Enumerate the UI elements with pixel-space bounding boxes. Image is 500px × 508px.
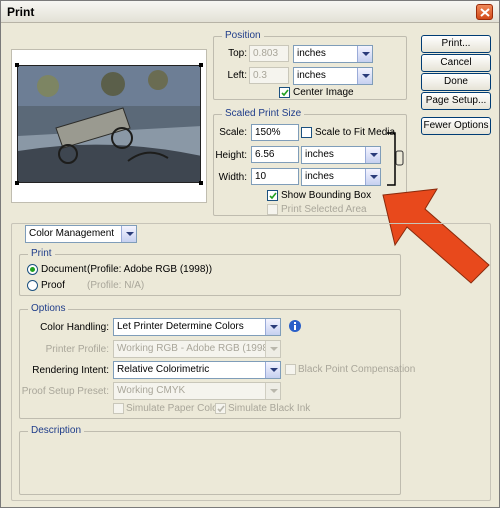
simulate-black-ink-label: Simulate Black Ink (228, 403, 311, 414)
rendering-intent-value: Relative Colorimetric (117, 364, 210, 375)
proof-setup-preset-label: Proof Setup Preset: (21, 386, 109, 397)
checkmark-icon (281, 89, 289, 97)
chevron-down-icon (265, 341, 280, 357)
height-label: Height: (215, 150, 247, 161)
close-icon (480, 8, 490, 17)
description-legend: Description (28, 425, 85, 436)
black-point-compensation-label: Black Point Compensation (298, 364, 416, 375)
top-input[interactable]: 0.803 (249, 45, 289, 62)
height-unit-select[interactable]: inches (301, 146, 381, 164)
chevron-down-icon (265, 319, 280, 335)
left-unit-select[interactable]: inches (293, 67, 373, 85)
scale-to-fit-label: Scale to Fit Media (315, 127, 396, 138)
position-legend: Position (222, 30, 264, 41)
print-selected-area-label: Print Selected Area (281, 204, 367, 215)
chevron-down-icon (357, 46, 372, 62)
cancel-button[interactable]: Cancel (421, 54, 491, 72)
chevron-down-icon (365, 169, 380, 185)
bounding-box-handle[interactable] (199, 63, 203, 67)
chevron-down-icon (357, 68, 372, 84)
print-dialog: Print Position Top: 0.803 inches Left: 0… (0, 0, 500, 508)
printer-profile-label: Printer Profile: (45, 344, 109, 355)
print-source-legend: Print (28, 248, 55, 259)
top-label: Top: (228, 48, 247, 59)
proof-profile: (Profile: N/A) (87, 280, 145, 291)
simulate-black-ink-checkbox[interactable] (215, 403, 226, 414)
width-input[interactable]: 10 (251, 168, 299, 185)
printer-profile-value: Working RGB - Adobe RGB (1998) (117, 343, 272, 354)
checkmark-icon (269, 192, 277, 200)
scaled-print-size-legend: Scaled Print Size (222, 108, 305, 119)
scale-label: Scale: (219, 127, 247, 138)
proof-setup-preset-select[interactable]: Working CMYK (113, 382, 281, 400)
left-label: Left: (227, 70, 247, 81)
link-bracket-icon[interactable] (385, 131, 407, 187)
scale-input[interactable]: 150% (251, 124, 299, 141)
bounding-box-handle[interactable] (199, 181, 203, 185)
top-unit-select[interactable]: inches (293, 45, 373, 63)
printer-profile-select[interactable]: Working RGB - Adobe RGB (1998) (113, 340, 281, 358)
done-button[interactable]: Done (421, 73, 491, 91)
left-unit-value: inches (297, 70, 326, 81)
proof-label: Proof (41, 280, 65, 291)
chevron-down-icon (121, 226, 136, 242)
wagon-photo-illustration (18, 66, 200, 182)
top-unit-value: inches (297, 48, 326, 59)
color-handling-select[interactable]: Let Printer Determine Colors (113, 318, 281, 336)
width-unit-value: inches (305, 171, 334, 182)
preview-image[interactable] (17, 65, 201, 183)
center-image-label: Center Image (293, 87, 354, 98)
proof-radio[interactable] (27, 280, 38, 291)
color-handling-label: Color Handling: (40, 322, 109, 333)
print-selected-area-checkbox[interactable] (267, 204, 278, 215)
simulate-paper-color-checkbox[interactable] (113, 403, 124, 414)
window-title: Print (7, 5, 35, 19)
chevron-down-icon (365, 147, 380, 163)
chevron-down-icon (265, 383, 280, 399)
document-profile: (Profile: Adobe RGB (1998)) (87, 264, 213, 275)
width-unit-select[interactable]: inches (301, 168, 381, 186)
bounding-box-handle[interactable] (15, 181, 19, 185)
proof-setup-preset-value: Working CMYK (117, 385, 186, 396)
height-unit-value: inches (305, 149, 334, 160)
simulate-paper-color-label: Simulate Paper Color (126, 403, 222, 414)
center-image-checkbox[interactable] (279, 87, 290, 98)
fewer-options-button[interactable]: Fewer Options (421, 117, 491, 135)
scale-to-fit-checkbox[interactable] (301, 127, 312, 138)
rendering-intent-label: Rendering Intent: (32, 365, 109, 376)
checkmark-icon (217, 405, 225, 413)
print-button[interactable]: Print... (421, 35, 491, 53)
mode-select-value: Color Management (29, 228, 115, 239)
rendering-intent-select[interactable]: Relative Colorimetric (113, 361, 281, 379)
page-setup-button[interactable]: Page Setup... (421, 92, 491, 110)
print-source-group: Print (19, 248, 401, 296)
close-button[interactable] (476, 4, 493, 20)
description-group: Description (19, 425, 401, 495)
show-bounding-box-checkbox[interactable] (267, 190, 278, 201)
info-icon[interactable] (288, 319, 302, 333)
bounding-box-handle[interactable] (15, 63, 19, 67)
chevron-down-icon (265, 362, 280, 378)
height-input[interactable]: 6.56 (251, 146, 299, 163)
document-label: Document (41, 264, 87, 275)
color-handling-value: Let Printer Determine Colors (117, 321, 244, 332)
black-point-compensation-checkbox[interactable] (285, 364, 296, 375)
mode-select[interactable]: Color Management (25, 225, 137, 243)
document-radio[interactable] (27, 264, 38, 275)
left-input[interactable]: 0.3 (249, 67, 289, 84)
title-bar: Print (1, 1, 499, 23)
width-label: Width: (218, 172, 247, 183)
show-bounding-box-label: Show Bounding Box (281, 190, 372, 201)
options-legend: Options (28, 303, 69, 314)
